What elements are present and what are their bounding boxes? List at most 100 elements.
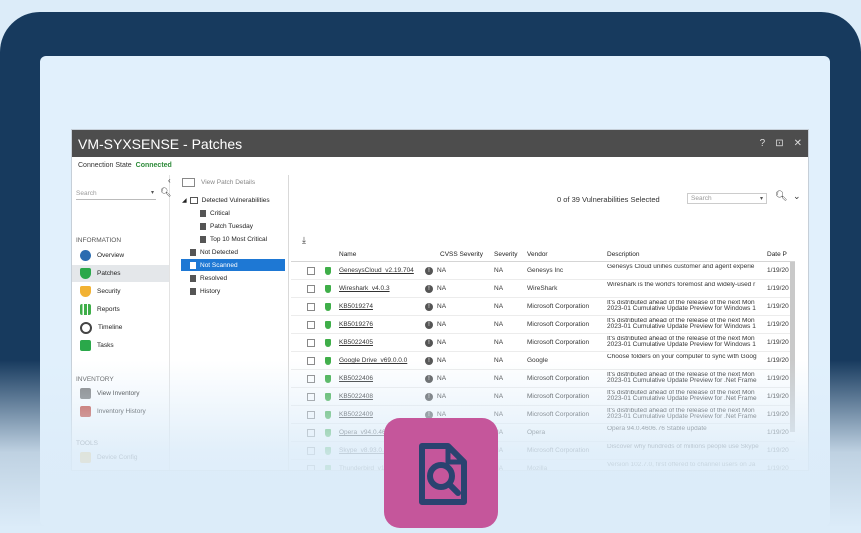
table-row[interactable]: KB5019274! NA NA Microsoft Corporation It's …: [291, 298, 795, 316]
column-header-severity[interactable]: Severity: [494, 251, 517, 258]
info-icon[interactable]: !: [425, 285, 433, 293]
sidebar-item-timeline[interactable]: Timeline: [72, 319, 169, 336]
info-icon[interactable]: !: [425, 339, 433, 347]
tree-item-label: Patch Tuesday: [210, 222, 253, 230]
row-checkbox[interactable]: [307, 339, 315, 347]
row-checkbox[interactable]: [307, 429, 315, 437]
table-row[interactable]: KB5019276! NA NA Microsoft Corporation It's …: [291, 316, 795, 334]
table-row[interactable]: Thunderbird_v102.7.0!NANAMozillaVersion …: [291, 460, 795, 470]
table-row[interactable]: GenesysCloud_v2.19.704! NA NA Genesys Inc Ge…: [291, 262, 795, 280]
patch-name-link[interactable]: KB5019274: [339, 303, 423, 310]
table-row[interactable]: KB5022406! NA NA Microsoft Corporation It's …: [291, 370, 795, 388]
tree-item-resolved[interactable]: Resolved: [190, 272, 227, 284]
tree-item-label: Detected Vulnerabilities: [201, 196, 270, 204]
column-header-vendor[interactable]: Vendor: [527, 251, 548, 258]
sidebar-item-view-inventory[interactable]: View Inventory: [72, 385, 169, 402]
tree-item-detected-vulnerabilities[interactable]: ◢ Detected Vulnerabilities: [182, 194, 270, 206]
sidebar-item-patches[interactable]: Patches: [72, 265, 169, 282]
chevron-down-icon[interactable]: ▾: [760, 194, 763, 204]
tree-item-not-scanned[interactable]: Not Scanned: [181, 259, 285, 271]
info-icon[interactable]: !: [425, 375, 433, 383]
table-row[interactable]: Skype_v8.93.0.41!NANAMicrosoft Corporati…: [291, 442, 795, 460]
cell-description: Choose folders on your computer to sync …: [607, 354, 757, 360]
section-inventory: INVENTORY: [76, 376, 114, 383]
collapse-panel-icon[interactable]: ‹: [168, 176, 171, 185]
sidebar-item-inventory-history[interactable]: Inventory History: [72, 403, 169, 420]
grid-scrollbar[interactable]: [790, 262, 795, 432]
shield-icon: [325, 375, 331, 383]
cell-cvss: NA: [437, 375, 447, 382]
document-icon: [200, 235, 206, 243]
cell-severity: NA: [494, 357, 504, 364]
patch-name-link[interactable]: KB5022408: [339, 393, 423, 400]
row-checkbox[interactable]: [307, 375, 315, 383]
search-icon[interactable]: 🔍︎: [160, 187, 171, 198]
info-icon[interactable]: !: [425, 267, 433, 275]
shield-icon: [325, 303, 331, 311]
cell-cvss: NA: [437, 303, 447, 310]
chevron-down-icon[interactable]: ▾: [151, 189, 154, 196]
patch-name-link[interactable]: KB5022409: [339, 411, 423, 418]
view-patch-details-button[interactable]: View Patch Details: [182, 178, 255, 187]
search-icon[interactable]: 🔍︎: [775, 191, 788, 202]
info-icon[interactable]: !: [425, 393, 433, 401]
expand-chevron-icon[interactable]: ⌄: [793, 191, 801, 202]
tree-item-patch-tuesday[interactable]: Patch Tuesday: [200, 220, 253, 232]
row-checkbox[interactable]: [307, 267, 315, 275]
cell-cvss: NA: [437, 339, 447, 346]
row-checkbox[interactable]: [307, 393, 315, 401]
patch-name-link[interactable]: Wireshark_v4.0.3: [339, 285, 423, 292]
download-icon[interactable]: ⤓: [302, 235, 306, 246]
tree-item-label: Not Detected: [200, 248, 238, 256]
tree-item-critical[interactable]: Critical: [200, 207, 230, 219]
patch-name-link[interactable]: KB5022406: [339, 375, 423, 382]
patch-name-link[interactable]: GenesysCloud_v2.19.704: [339, 267, 423, 274]
nav-search-input[interactable]: Search ▾: [76, 190, 156, 200]
column-header-cvss[interactable]: CVSS Severity: [440, 251, 483, 258]
patch-name-link[interactable]: Google Drive_v69.0.0.0: [339, 357, 423, 364]
sidebar-item-device-config[interactable]: Device Config: [72, 449, 169, 466]
row-checkbox[interactable]: [307, 303, 315, 311]
tasks-icon: [80, 340, 91, 351]
column-header-description[interactable]: Description: [607, 251, 640, 258]
help-icon[interactable]: ?: [760, 138, 766, 149]
cell-vendor: Microsoft Corporation: [527, 339, 590, 346]
table-row[interactable]: Google Drive_v69.0.0.0! NA NA Google Choose …: [291, 352, 795, 370]
restore-icon[interactable]: ⊡: [775, 138, 783, 149]
column-header-date[interactable]: Date P: [767, 251, 787, 258]
tree-item-history[interactable]: History: [190, 285, 220, 297]
row-checkbox[interactable]: [307, 447, 315, 455]
tree-item-top-10[interactable]: Top 10 Most Critical: [200, 233, 267, 245]
expand-arrow-icon[interactable]: ◢: [182, 197, 187, 204]
tree-item-label: Top 10 Most Critical: [210, 235, 268, 243]
column-header-name[interactable]: Name: [339, 251, 356, 258]
info-icon[interactable]: !: [425, 357, 433, 365]
cell-description: Discover why hundreds of millions people…: [607, 444, 759, 450]
sidebar-item-label: Overview: [97, 252, 125, 259]
table-row[interactable]: KB5022409! NA NA Microsoft Corporation It's …: [291, 406, 795, 424]
sidebar-item-tasks[interactable]: Tasks: [72, 337, 169, 354]
table-row[interactable]: Wireshark_v4.0.3! NA NA WireShark Wireshark …: [291, 280, 795, 298]
grid-search-input[interactable]: Search ▾: [687, 193, 767, 204]
sidebar-item-overview[interactable]: Overview: [72, 247, 169, 264]
row-checkbox[interactable]: [307, 357, 315, 365]
row-checkbox[interactable]: [307, 321, 315, 329]
row-checkbox[interactable]: [307, 411, 315, 419]
info-icon[interactable]: !: [425, 321, 433, 329]
sidebar-item-reports[interactable]: Reports: [72, 301, 169, 318]
patch-name-link[interactable]: KB5019276: [339, 321, 423, 328]
row-checkbox[interactable]: [307, 465, 315, 470]
close-icon[interactable]: ✕: [794, 138, 802, 149]
patch-name-link[interactable]: KB5022405: [339, 339, 423, 346]
table-row[interactable]: KB5022408! NA NA Microsoft Corporation It's …: [291, 388, 795, 406]
info-icon[interactable]: !: [425, 303, 433, 311]
folder-icon: [189, 196, 198, 204]
shield-icon: [325, 267, 331, 275]
table-row[interactable]: KB5022405! NA NA Microsoft Corporation It's …: [291, 334, 795, 352]
monitor-icon: [182, 178, 195, 187]
row-checkbox[interactable]: [307, 285, 315, 293]
tree-item-not-detected[interactable]: Not Detected: [190, 246, 238, 258]
table-row[interactable]: Opera_v94.0.4606.76!NANAOperaOpera 94.0.…: [291, 424, 795, 442]
cell-cvss: NA: [437, 411, 447, 418]
sidebar-item-security[interactable]: Security: [72, 283, 169, 300]
